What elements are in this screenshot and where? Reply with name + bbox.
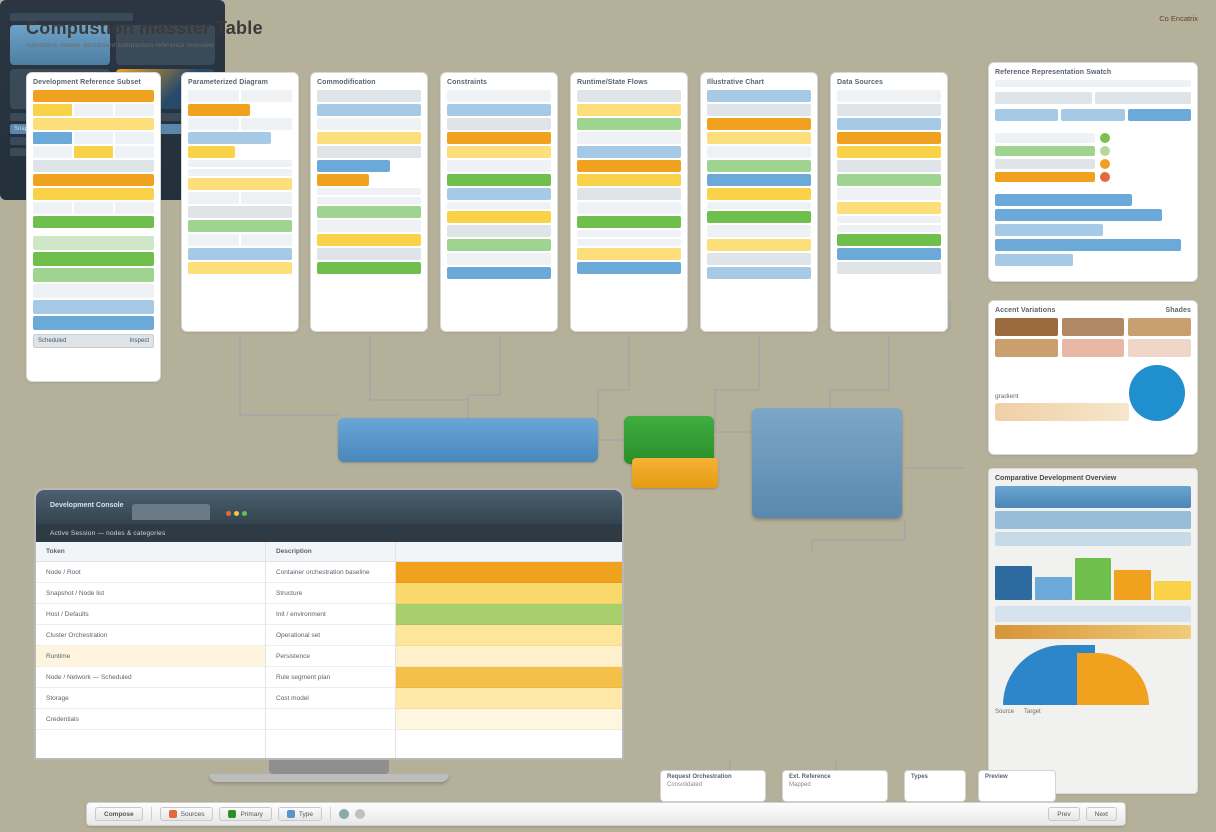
table-row[interactable]: Snapshot / Node list xyxy=(36,583,265,604)
column-card-3: Constraints xyxy=(440,72,558,332)
column-card-1: Parameterized Diagram xyxy=(181,72,299,332)
hub-block-primary xyxy=(338,418,598,462)
column-card-6: Data Sources xyxy=(830,72,948,332)
window-title: Development Console xyxy=(50,502,124,509)
card-a-header: Development Reference Subset xyxy=(33,79,154,86)
accent-variations-card: Accent Variations Shades gradient xyxy=(988,300,1198,455)
comparative-overview-card: Comparative Development Overview Source … xyxy=(988,468,1198,794)
table-header-left: Token xyxy=(36,542,265,562)
taskbar-item[interactable]: Primary xyxy=(219,807,271,821)
chip-preview[interactable]: Preview xyxy=(978,770,1056,802)
table-row[interactable]: Credentials xyxy=(36,709,265,730)
taskbar-prev-button[interactable]: Prev xyxy=(1048,807,1079,821)
hub-block-secondary xyxy=(624,416,714,464)
chip-external[interactable]: Ext. ReferenceMapped xyxy=(782,770,888,802)
page-subtitle: Interactive master dashboard comparison … xyxy=(26,42,214,49)
hub-block-storage xyxy=(752,408,902,518)
table-row[interactable]: Runtime xyxy=(36,646,265,667)
window-subbar: Active Session — nodes & categories xyxy=(36,524,622,542)
page-title: Compustion masster Table xyxy=(26,18,263,39)
table-row[interactable]: Node / Network — Scheduled xyxy=(36,667,265,688)
reference-subset-card: Development Reference Subset ScheduledIn… xyxy=(26,72,161,382)
window-tab[interactable] xyxy=(132,504,210,520)
representation-swatch-card: Reference Representation Swatch xyxy=(988,62,1198,282)
hub-block-accent xyxy=(632,458,718,488)
column-card-5: Illustrative Chart xyxy=(700,72,818,332)
chip-request[interactable]: Request OrchestrationConsolidated xyxy=(660,770,766,802)
table-row[interactable]: Node / Root xyxy=(36,562,265,583)
start-button[interactable]: Compose xyxy=(95,807,143,821)
circle-swatch xyxy=(1129,365,1185,421)
table-header-right: Description xyxy=(266,542,395,562)
chip-types[interactable]: Types xyxy=(904,770,966,802)
traffic-lights-icon xyxy=(226,511,247,516)
table-row[interactable]: Storage xyxy=(36,688,265,709)
table-row[interactable]: Host / Defaults xyxy=(36,604,265,625)
brand-mark: Co Encatrix xyxy=(1159,14,1198,23)
taskbar-next-button[interactable]: Next xyxy=(1086,807,1117,821)
card-a-footer: ScheduledInspect xyxy=(33,334,154,348)
taskbar: Compose Sources Primary Type Prev Next xyxy=(86,802,1126,826)
table-row[interactable]: Cluster Orchestration xyxy=(36,625,265,646)
monitor-mock: Development Console Active Session — nod… xyxy=(34,488,624,810)
taskbar-item[interactable]: Type xyxy=(278,807,322,821)
column-card-4: Runtime/State Flows xyxy=(570,72,688,332)
taskbar-item[interactable]: Sources xyxy=(160,807,214,821)
column-card-2: Commodification xyxy=(310,72,428,332)
